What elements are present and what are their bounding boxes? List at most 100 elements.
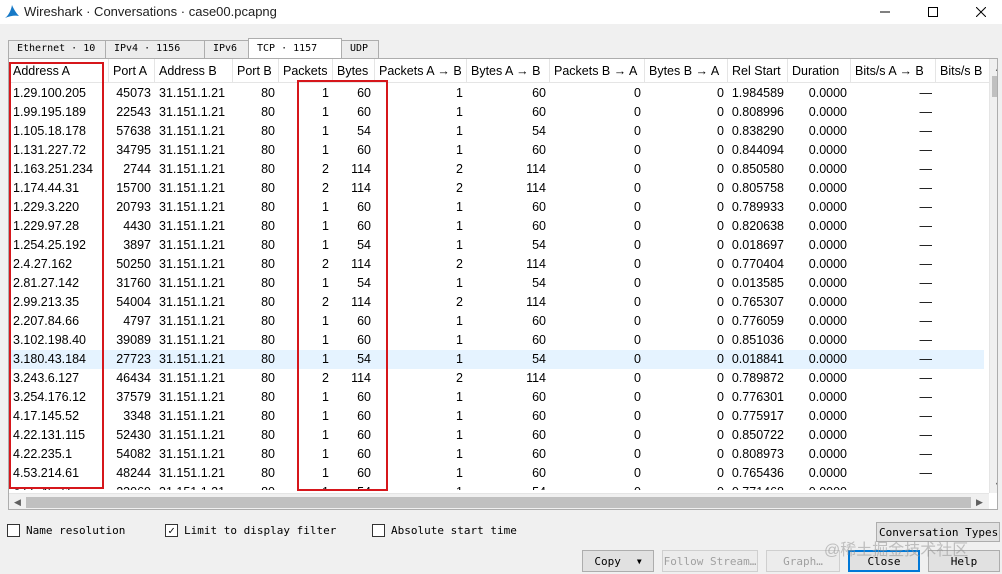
table-row[interactable]: 4.53.214.61 48244 31.151.1.21 80 1 60 1 60 0 0 0.7… [9, 464, 984, 483]
limit-to-display-filter-box[interactable]: ✓ [165, 524, 178, 537]
cell-packets: 1 [322, 352, 329, 366]
column-header-packets-a-b[interactable]: Packets A → B [375, 59, 467, 83]
cell-bytes-b-a: 0 [717, 200, 724, 214]
cell-rel-start: 0.771468 [728, 483, 788, 490]
column-header-bits-b-a[interactable]: Bits/s B [936, 59, 991, 83]
graph-button[interactable]: Graph… [766, 550, 840, 572]
cell-packets-b-a: 0 [634, 295, 641, 309]
column-header-bits-a-b[interactable]: Bits/s A → B [851, 59, 936, 83]
horizontal-scroll-thumb[interactable] [26, 497, 971, 508]
table-row[interactable]: 4.17.145.52 3348 31.151.1.21 80 1 60 1 60 0 0 0.77… [9, 407, 984, 426]
scroll-left-arrow-icon[interactable]: ◀ [9, 494, 26, 509]
column-header-address-a[interactable]: Address A [9, 59, 109, 83]
cell-bytes-a-b: 114 [526, 162, 546, 176]
vertical-scroll-thumb[interactable] [992, 76, 997, 97]
cell-port-b: 80 [261, 86, 275, 100]
column-header-packets[interactable]: Packets [279, 59, 333, 83]
cell-address-b: 31.151.1.21 [159, 371, 226, 385]
cell-address-b: 31.151.1.21 [159, 428, 226, 442]
absolute-start-time-checkbox[interactable]: Absolute start time [372, 524, 517, 537]
vertical-scrollbar[interactable]: ▲ ▼ [989, 59, 997, 493]
table-row[interactable]: 4.22.235.1 54082 31.151.1.21 80 1 60 1 60 0 0 0.80… [9, 445, 984, 464]
column-header-bytes-a-b[interactable]: Bytes A → B [467, 59, 550, 83]
cell-duration: 0.0000 [808, 276, 847, 290]
cell-packets: 1 [322, 409, 329, 423]
tab-ipv6[interactable]: IPv6 [204, 40, 249, 58]
table-row[interactable]: 1.99.195.189 22543 31.151.1.21 80 1 60 1 60 0 0 0.… [9, 103, 984, 122]
wireshark-fin-icon [5, 5, 19, 18]
column-header-port-a[interactable]: Port A [109, 59, 155, 83]
close-button[interactable]: Close [848, 550, 920, 572]
column-header-bytes-b-a[interactable]: Bytes B → A [645, 59, 728, 83]
column-header-bytes[interactable]: Bytes [333, 59, 375, 83]
table-row[interactable]: 4.55.46.712306931.151.1.2180154154000.77… [9, 483, 984, 490]
cell-packets: 2 [322, 371, 329, 385]
cell-duration: 0.0000 [808, 409, 847, 423]
table-row[interactable]: 2.207.84.66 4797 31.151.1.21 80 1 60 1 60 0 0 0.77… [9, 312, 984, 331]
close-icon[interactable] [958, 0, 1002, 24]
scroll-up-arrow-icon[interactable]: ▲ [990, 59, 997, 76]
cell-address-b: 31.151.1.21 [159, 181, 226, 195]
cell-rel-start: 0.805758 [731, 181, 784, 195]
conversation-types-dropdown[interactable]: Conversation Types ▼ [876, 522, 1000, 542]
cell-address-a: 1.131.227.72 [13, 143, 86, 157]
limit-to-display-filter-checkbox[interactable]: ✓ Limit to display filter [165, 524, 336, 537]
tab-udp[interactable]: UDP [341, 40, 379, 58]
cell-bits-a-b: — [919, 333, 933, 347]
cell-bytes-b-a: 0 [717, 257, 724, 271]
table-row[interactable]: 3.180.43.184 27723 31.151.1.21 80 1 54 1 54 0 0 0.… [9, 350, 984, 369]
column-header-address-b[interactable]: Address B [155, 59, 233, 83]
scroll-right-arrow-icon[interactable]: ▶ [971, 494, 988, 509]
table-row[interactable]: 1.229.3.220 20793 31.151.1.21 80 1 60 1 60 0 0 0.7… [9, 198, 984, 217]
cell-bytes: 60 [357, 390, 371, 404]
column-header-packets-b-a[interactable]: Packets B → A [550, 59, 645, 83]
name-resolution-box[interactable] [7, 524, 20, 537]
table-row[interactable]: 2.81.27.142 31760 31.151.1.21 80 1 54 1 54 0 0 0.0… [9, 274, 984, 293]
column-header-duration[interactable]: Duration [788, 59, 851, 83]
cell-packets-b-a: 0 [634, 200, 641, 214]
tab-ipv4[interactable]: IPv4 · 1156 [105, 40, 205, 58]
cell-address-a: 1.163.251.234 [13, 162, 93, 176]
horizontal-scrollbar[interactable]: ◀ ▶ [9, 493, 989, 509]
cell-bits-a-b: — [919, 314, 933, 328]
table-row[interactable]: 1.229.97.28 4430 31.151.1.21 80 1 60 1 60 0 0 0.82… [9, 217, 984, 236]
copy-button[interactable]: Copy ▼ [582, 550, 654, 572]
cell-bytes-a-b: 60 [532, 428, 546, 442]
table-row[interactable]: 3.243.6.127 46434 31.151.1.21 80 2 114 2 114 0 0 0… [9, 369, 984, 388]
scroll-down-arrow-icon[interactable]: ▼ [990, 476, 997, 493]
cell-address-a: 3.102.198.40 [13, 333, 86, 347]
name-resolution-checkbox[interactable]: Name resolution [7, 524, 125, 537]
cell-port-b: 80 [261, 447, 275, 461]
absolute-start-time-box[interactable] [372, 524, 385, 537]
table-row[interactable]: 1.131.227.72 34795 31.151.1.21 80 1 60 1 60 0 0 0.… [9, 141, 984, 160]
cell-bytes-a-b: 54 [532, 238, 546, 252]
table-row[interactable]: 1.254.25.192 3897 31.151.1.21 80 1 54 1 54 0 0 0.0… [9, 236, 984, 255]
table-row[interactable]: 1.174.44.31 15700 31.151.1.21 80 2 114 2 114 0 0 0… [9, 179, 984, 198]
table-row[interactable]: 1.29.100.205 45073 31.151.1.21 80 1 60 1 60 0 0 1.… [9, 84, 984, 103]
cell-rel-start: 0.789933 [731, 200, 784, 214]
table-row[interactable]: 3.102.198.40 39089 31.151.1.21 80 1 60 1 60 0 0 0.… [9, 331, 984, 350]
cell-address-b: 31.151.1.21 [159, 124, 226, 138]
table-row[interactable]: 1.105.18.178 57638 31.151.1.21 80 1 54 1 54 0 0 0.… [9, 122, 984, 141]
table-row[interactable]: 1.163.251.234 2744 31.151.1.21 80 2 114 2 114 0 0… [9, 160, 984, 179]
cell-bytes: 60 [357, 466, 371, 480]
column-header-rel-start[interactable]: Rel Start [728, 59, 788, 83]
column-header-port-b[interactable]: Port B [233, 59, 279, 83]
cell-bytes: 60 [357, 143, 371, 157]
table-row[interactable]: 4.22.131.115 52430 31.151.1.21 80 1 60 1 60 0 0 0.… [9, 426, 984, 445]
table-row[interactable]: 3.254.176.12 37579 31.151.1.21 80 1 60 1 60 0 0 0.… [9, 388, 984, 407]
table-row[interactable]: 2.4.27.162 50250 31.151.1.21 80 2 114 2 114 0 0 0.… [9, 255, 984, 274]
tab-tcp[interactable]: TCP · 1157 [248, 38, 342, 58]
cell-address-b: 31.151.1.21 [159, 219, 226, 233]
maximize-icon[interactable] [910, 0, 956, 24]
cell-bytes-b-a: 0 [717, 352, 724, 366]
tab-ethernet[interactable]: Ethernet · 10 [8, 40, 106, 58]
follow-stream-button[interactable]: Follow Stream… [662, 550, 758, 572]
cell-packets: 1 [322, 238, 329, 252]
cell-duration: 0.0000 [808, 371, 847, 385]
help-button[interactable]: Help [928, 550, 1000, 572]
cell-rel-start: 1.984589 [731, 86, 784, 100]
minimize-icon[interactable] [862, 0, 908, 24]
table-row[interactable]: 2.99.213.35 54004 31.151.1.21 80 2 114 2 114 0 0 0… [9, 293, 984, 312]
cell-packets-a-b: 1 [456, 352, 463, 366]
